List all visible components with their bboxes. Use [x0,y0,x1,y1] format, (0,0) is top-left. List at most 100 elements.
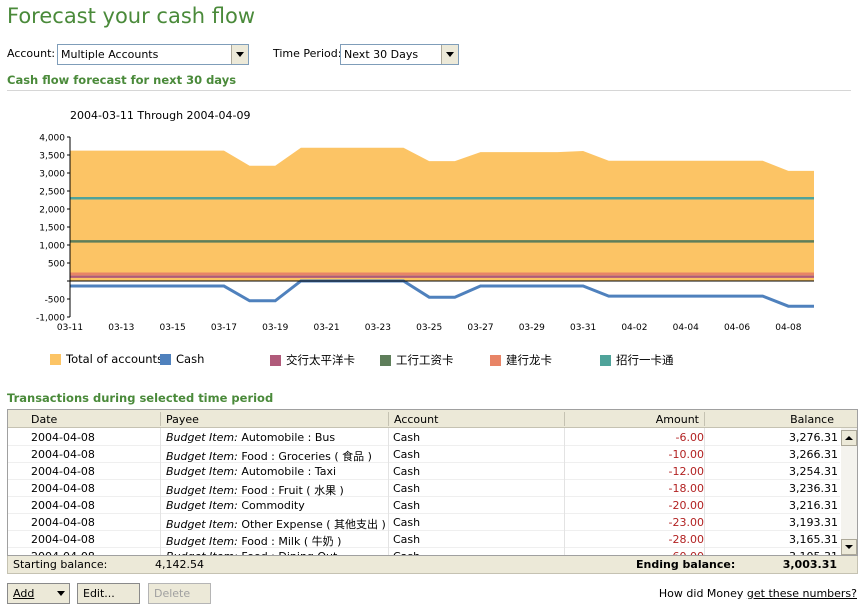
cell-amount: -6.00 [675,431,704,444]
y-tick-label: 2,500 [39,188,65,198]
cell-date: 2004-04-08 [31,465,95,478]
budget-item-prefix: Budget Item: [166,431,242,444]
add-button[interactable]: Add [7,583,70,604]
column-account[interactable]: Account [394,413,438,426]
legend-item: Cash [160,352,204,366]
table-row[interactable]: 2004-04-08 Budget Item: Food : Fruit ( 水果… [8,480,840,497]
table-row[interactable]: 2004-04-08 Budget Item: Food : Groceries … [8,446,840,463]
x-tick-label: 03-17 [211,323,237,333]
cell-account: Cash [393,431,421,444]
table-row[interactable]: 2004-04-08 Budget Item: Automobile : Bus C… [8,429,840,446]
table-row[interactable]: 2004-04-08 Budget Item: Food : Milk ( 牛奶 … [8,531,840,548]
y-tick-label: -1,000 [36,314,65,324]
starting-balance-label: Starting balance: [13,558,108,571]
account-dropdown-value: Multiple Accounts [61,48,159,61]
cell-account: Cash [393,465,421,478]
table-row[interactable]: 2004-04-08 Budget Item: Automobile : Taxi… [8,463,840,480]
column-payee[interactable]: Payee [166,413,199,426]
edit-button[interactable]: Edit... [77,583,140,604]
y-tick-label: 4,000 [39,134,65,144]
cell-account: Cash [393,516,421,529]
chevron-down-icon[interactable] [231,45,248,64]
scroll-up-icon[interactable] [841,430,857,446]
legend-label: 招行一卡通 [616,353,674,367]
ending-balance-label: Ending balance: [636,558,736,571]
legend-swatch [600,354,611,366]
add-button-label: Add [13,587,35,600]
legend-item: Total of accounts [50,352,163,366]
budget-item-prefix: Budget Item: [166,499,242,512]
x-tick-label: 03-29 [519,323,545,333]
cash-flow-chart: -1,000 -500 500 1,000 1,500 2,000 2,500 3,000 3,… [36,134,814,333]
cell-balance: 3,193.31 [789,516,838,529]
cell-balance: 3,236.31 [789,482,838,495]
legend-swatch [490,354,501,366]
chart-section-title: Cash flow forecast for next 30 days [7,73,237,87]
cell-account: Cash [393,533,421,546]
table-header: Date Payee Account Amount Balance [8,410,857,428]
series-area-total-of-accounts [70,147,814,281]
edit-button-label: Edit... [83,587,115,600]
y-tick-label: 1,500 [39,224,65,234]
table-row[interactable]: 2004-04-08 Budget Item: Commodity Cash -20.… [8,497,840,514]
legend-swatch [50,353,61,365]
cell-date: 2004-04-08 [31,499,95,512]
cell-payee: Budget Item: Automobile : Bus [166,431,336,444]
legend-item: 工行工资卡 [380,352,454,368]
cell-balance: 3,266.31 [789,448,838,461]
divider [7,90,851,91]
cell-payee: Budget Item: Commodity [166,499,305,512]
column-date[interactable]: Date [31,413,57,426]
triangle-down-icon [57,591,65,596]
column-balance[interactable]: Balance [790,413,834,426]
x-tick-label: 03-13 [108,323,134,333]
delete-button-label: Delete [154,587,191,600]
transactions-section-title: Transactions during selected time period [7,391,274,405]
get-numbers-link[interactable]: get these numbers? [747,587,857,600]
legend-item: 建行龙卡 [490,352,552,368]
legend-label: Total of accounts [66,352,164,366]
legend-label: 工行工资卡 [396,353,454,367]
x-tick-label: 03-19 [262,323,288,333]
cell-balance: 3,165.31 [789,533,838,546]
x-tick-label: 04-08 [775,323,801,333]
cell-account: Cash [393,482,421,495]
table-row[interactable]: 2004-04-08 Budget Item: Other Expense ( 其… [8,514,840,531]
cell-account: Cash [393,448,421,461]
x-tick-label: 04-02 [621,323,647,333]
y-tick-label: 1,000 [39,242,65,252]
cell-account: Cash [393,499,421,512]
x-tick-label: 03-15 [160,323,186,333]
legend-item: 招行一卡通 [600,352,674,368]
cell-balance: 3,276.31 [789,431,838,444]
balance-summary: Starting balance: 4,142.54 Ending balanc… [7,556,858,574]
table-row[interactable]: 2004-04-08Budget Item: Food : Dining Out… [8,548,840,555]
chart-date-range: 2004-03-11 Through 2004-04-09 [70,109,251,122]
cell-date: 2004-04-08 [31,431,95,444]
y-tick-label: -500 [45,296,66,306]
cell-balance: 3,254.31 [789,465,838,478]
chevron-down-icon[interactable] [441,45,458,64]
x-tick-label: 03-27 [467,323,493,333]
ending-balance-value: 3,003.31 [782,558,837,571]
budget-item-prefix: Budget Item: [166,465,242,478]
account-dropdown[interactable]: Multiple Accounts [57,44,249,65]
legend-label: 建行龙卡 [506,353,552,367]
cell-amount: -10.00 [668,448,704,461]
column-amount[interactable]: Amount [656,413,699,426]
x-tick-label: 04-04 [673,323,699,333]
time-period-dropdown[interactable]: Next 30 Days [340,44,459,65]
delete-button[interactable]: Delete [148,583,211,604]
legend-swatch [270,354,281,366]
cell-date: 2004-04-08 [31,533,95,546]
time-period-label: Time Period: [273,47,342,60]
cell-date: 2004-04-08 [31,448,95,461]
scroll-down-icon[interactable] [841,539,857,555]
help-footer: How did Money get these numbers? [659,587,857,600]
cell-date: 2004-04-08 [31,482,95,495]
cell-amount: -18.00 [668,482,704,495]
x-tick-label: 03-25 [416,323,442,333]
cell-date: 2004-04-08 [31,516,95,529]
table-scrollbar[interactable] [841,428,857,555]
cell-amount: -23.00 [668,516,704,529]
